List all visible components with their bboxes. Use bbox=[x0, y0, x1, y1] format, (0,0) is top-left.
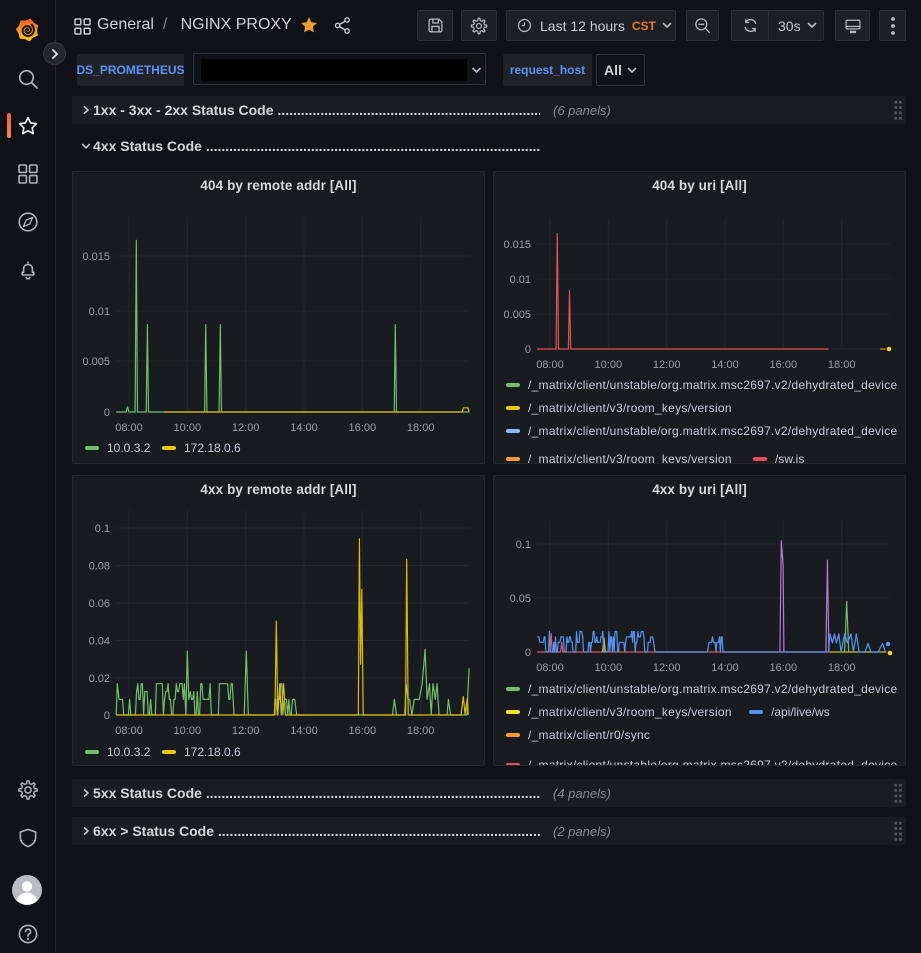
svg-text:0.04: 0.04 bbox=[89, 636, 110, 648]
svg-text:12:00: 12:00 bbox=[653, 359, 681, 371]
svg-text:18:00: 18:00 bbox=[407, 422, 435, 434]
svg-text:0.01: 0.01 bbox=[89, 306, 110, 318]
svg-text:0.02: 0.02 bbox=[89, 673, 110, 685]
svg-text:12:00: 12:00 bbox=[653, 662, 681, 674]
svg-text:0: 0 bbox=[525, 344, 531, 356]
svg-text:0.015: 0.015 bbox=[503, 239, 531, 251]
svg-text:0: 0 bbox=[104, 407, 110, 419]
svg-text:18:00: 18:00 bbox=[828, 359, 856, 371]
svg-text:0.1: 0.1 bbox=[516, 539, 531, 551]
svg-text:08:00: 08:00 bbox=[536, 359, 564, 371]
svg-text:12:00: 12:00 bbox=[232, 422, 260, 434]
svg-text:10:00: 10:00 bbox=[595, 662, 623, 674]
svg-text:0.1: 0.1 bbox=[95, 523, 110, 535]
svg-text:10:00: 10:00 bbox=[174, 725, 202, 737]
svg-text:0: 0 bbox=[104, 710, 110, 722]
svg-text:18:00: 18:00 bbox=[828, 662, 856, 674]
svg-text:14:00: 14:00 bbox=[711, 359, 739, 371]
svg-text:16:00: 16:00 bbox=[349, 422, 377, 434]
svg-text:16:00: 16:00 bbox=[349, 725, 377, 737]
svg-text:08:00: 08:00 bbox=[115, 422, 143, 434]
svg-text:0.08: 0.08 bbox=[89, 561, 110, 573]
svg-text:0.01: 0.01 bbox=[510, 274, 531, 286]
svg-text:0.06: 0.06 bbox=[89, 598, 110, 610]
svg-text:18:00: 18:00 bbox=[407, 725, 435, 737]
svg-text:16:00: 16:00 bbox=[770, 662, 798, 674]
svg-text:14:00: 14:00 bbox=[290, 725, 318, 737]
svg-text:12:00: 12:00 bbox=[232, 725, 260, 737]
svg-text:14:00: 14:00 bbox=[711, 662, 739, 674]
svg-text:16:00: 16:00 bbox=[770, 359, 798, 371]
svg-text:08:00: 08:00 bbox=[115, 725, 143, 737]
svg-text:14:00: 14:00 bbox=[290, 422, 318, 434]
svg-text:0.005: 0.005 bbox=[503, 309, 531, 321]
svg-text:10:00: 10:00 bbox=[174, 422, 202, 434]
svg-text:0.005: 0.005 bbox=[82, 356, 110, 368]
svg-text:0.015: 0.015 bbox=[82, 251, 110, 263]
svg-text:0.05: 0.05 bbox=[510, 593, 531, 605]
svg-text:08:00: 08:00 bbox=[536, 662, 564, 674]
svg-text:10:00: 10:00 bbox=[595, 359, 623, 371]
svg-text:0: 0 bbox=[525, 647, 531, 659]
